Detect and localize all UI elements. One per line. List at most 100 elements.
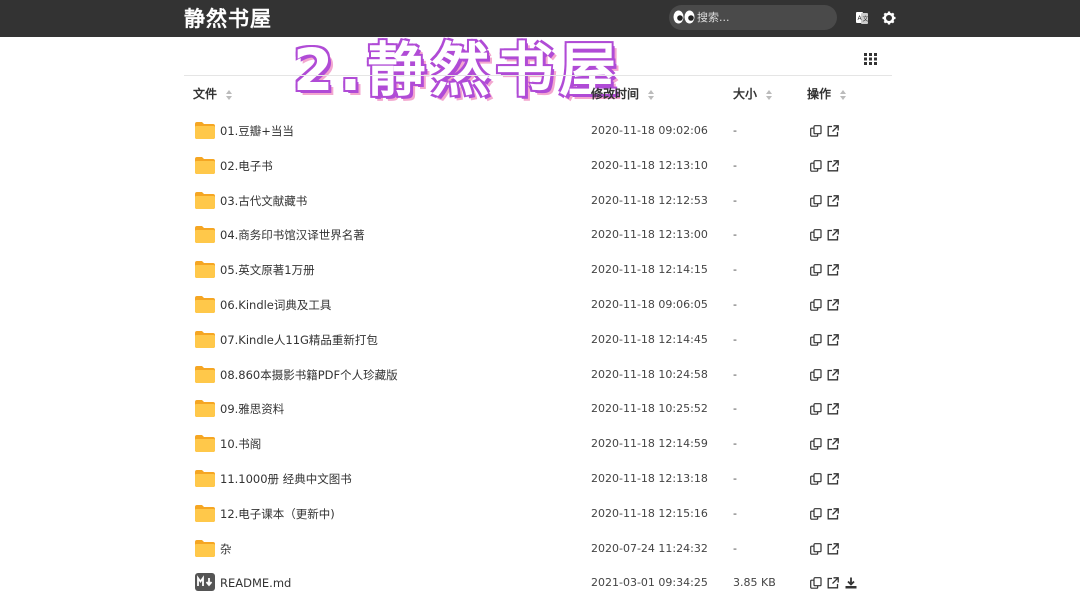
copy-link-icon[interactable] bbox=[810, 229, 822, 242]
column-header-actions-label: 操作 bbox=[807, 87, 832, 101]
file-modified-time: 2020-11-18 12:13:00 bbox=[591, 228, 708, 242]
column-header-actions[interactable]: 操作 bbox=[807, 80, 847, 108]
file-name-link[interactable]: README.md bbox=[220, 566, 291, 600]
folder-icon bbox=[195, 295, 215, 313]
copy-link-icon[interactable] bbox=[810, 577, 822, 590]
folder-icon bbox=[195, 400, 215, 418]
file-row[interactable]: 08.860本摄影书籍PDF个人珍藏版 2020-11-18 10:24:58 - bbox=[184, 358, 892, 393]
search-input[interactable] bbox=[697, 9, 827, 26]
folder-icon bbox=[195, 435, 215, 453]
open-external-icon[interactable] bbox=[827, 403, 839, 415]
copy-link-icon[interactable] bbox=[810, 473, 822, 485]
file-modified-time: 2020-11-18 10:25:52 bbox=[591, 402, 708, 416]
folder-icon bbox=[195, 261, 215, 279]
open-external-icon[interactable] bbox=[827, 194, 839, 207]
copy-link-icon[interactable] bbox=[810, 194, 822, 207]
file-size: 3.85 KB bbox=[733, 576, 776, 590]
file-row[interactable]: 12.电子课本（更新中) 2020-11-18 12:15:16 - bbox=[184, 497, 892, 532]
download-icon[interactable] bbox=[845, 577, 857, 589]
file-name-link[interactable]: 08.860本摄影书籍PDF个人珍藏版 bbox=[220, 358, 398, 392]
file-row[interactable]: 01.豆瓣+当当 2020-11-18 09:02:06 - bbox=[184, 114, 892, 149]
file-modified-time: 2020-11-18 09:02:06 bbox=[591, 124, 708, 137]
file-name-link[interactable]: 09.雅思资料 bbox=[220, 392, 284, 426]
folder-icon bbox=[195, 122, 215, 139]
open-external-icon[interactable] bbox=[827, 368, 839, 381]
file-row[interactable]: 03.古代文献藏书 2020-11-18 12:12:53 - bbox=[184, 184, 892, 219]
file-row[interactable]: 05.英文原著1万册 2020-11-18 12:14:15 - bbox=[184, 253, 892, 288]
file-modified-time: 2020-11-18 12:12:53 bbox=[591, 193, 708, 207]
open-external-icon[interactable] bbox=[827, 507, 839, 520]
svg-text:文: 文 bbox=[863, 15, 869, 23]
file-name-link[interactable]: 01.豆瓣+当当 bbox=[220, 114, 294, 148]
file-name-link[interactable]: 10.书阁 bbox=[220, 427, 261, 461]
open-external-icon[interactable] bbox=[827, 333, 839, 346]
file-row[interactable]: 杂 2020-07-24 11:24:32 - bbox=[184, 532, 892, 567]
file-name-link[interactable]: 11.1000册 经典中文图书 bbox=[220, 462, 352, 496]
file-size: - bbox=[733, 541, 737, 555]
translate-icon[interactable]: A 文 bbox=[854, 10, 870, 26]
file-size: - bbox=[733, 367, 737, 381]
copy-link-icon[interactable] bbox=[810, 264, 822, 276]
open-external-icon[interactable] bbox=[827, 438, 839, 450]
file-name-link[interactable]: 05.英文原著1万册 bbox=[220, 253, 315, 287]
file-modified-time: 2020-11-18 12:14:59 bbox=[591, 437, 708, 451]
copy-link-icon[interactable] bbox=[810, 368, 822, 381]
search-box[interactable] bbox=[669, 5, 837, 30]
folder-icon bbox=[195, 539, 215, 557]
column-header-size[interactable]: 大小 bbox=[733, 80, 773, 108]
file-modified-time: 2020-11-18 10:24:58 bbox=[591, 367, 708, 381]
column-header-name[interactable]: 文件 bbox=[193, 80, 233, 108]
file-row[interactable]: 07.Kindle人11G精品重新打包 2020-11-18 12:14:45 - bbox=[184, 323, 892, 358]
table-header: 文件 修改时间 大小 操作 bbox=[184, 80, 892, 108]
file-name-link[interactable]: 04.商务印书馆汉译世界名著 bbox=[220, 218, 365, 252]
file-row[interactable]: 10.书阁 2020-11-18 12:14:59 - bbox=[184, 427, 892, 462]
file-row[interactable]: 09.雅思资料 2020-11-18 10:25:52 - bbox=[184, 392, 892, 427]
file-name-link[interactable]: 杂 bbox=[220, 532, 232, 566]
site-title[interactable]: 静然书屋 bbox=[184, 5, 272, 33]
open-external-icon[interactable] bbox=[827, 299, 839, 311]
file-row[interactable]: 04.商务印书馆汉译世界名著 2020-11-18 12:13:00 - bbox=[184, 218, 892, 253]
open-external-icon[interactable] bbox=[827, 473, 839, 485]
file-modified-time: 2020-11-18 12:14:45 bbox=[591, 332, 708, 346]
copy-link-icon[interactable] bbox=[810, 542, 822, 555]
sort-icon bbox=[226, 89, 233, 100]
copy-link-icon[interactable] bbox=[810, 159, 822, 172]
file-modified-time: 2020-11-18 09:06:05 bbox=[591, 297, 708, 311]
column-header-modified-label: 修改时间 bbox=[591, 87, 640, 101]
column-header-modified[interactable]: 修改时间 bbox=[591, 80, 655, 108]
copy-link-icon[interactable] bbox=[810, 507, 822, 520]
open-external-icon[interactable] bbox=[827, 125, 839, 137]
file-row[interactable]: README.md 2021-03-01 09:34:25 3.85 KB bbox=[184, 566, 892, 601]
grid-view-icon[interactable] bbox=[864, 53, 877, 65]
file-size: - bbox=[733, 297, 737, 311]
open-external-icon[interactable] bbox=[827, 264, 839, 276]
file-row[interactable]: 02.电子书 2020-11-18 12:13:10 - bbox=[184, 149, 892, 184]
folder-icon bbox=[195, 469, 215, 487]
column-header-size-label: 大小 bbox=[733, 87, 758, 101]
open-external-icon[interactable] bbox=[827, 229, 839, 241]
file-name-link[interactable]: 03.古代文献藏书 bbox=[220, 184, 307, 218]
top-navbar: 静然书屋 A 文 bbox=[0, 0, 1080, 37]
file-modified-time: 2020-11-18 12:13:10 bbox=[591, 158, 708, 172]
file-modified-time: 2020-11-18 12:13:18 bbox=[591, 471, 708, 485]
gear-icon[interactable] bbox=[881, 10, 897, 26]
file-name-link[interactable]: 02.电子书 bbox=[220, 149, 273, 183]
copy-link-icon[interactable] bbox=[810, 299, 822, 311]
copy-link-icon[interactable] bbox=[810, 125, 822, 137]
file-size: - bbox=[733, 263, 737, 277]
folder-icon bbox=[195, 330, 215, 348]
file-row[interactable]: 06.Kindle词典及工具 2020-11-18 09:06:05 - bbox=[184, 288, 892, 323]
copy-link-icon[interactable] bbox=[810, 333, 822, 346]
file-name-link[interactable]: 12.电子课本（更新中) bbox=[220, 497, 335, 531]
open-external-icon[interactable] bbox=[827, 542, 839, 555]
file-row[interactable]: 11.1000册 经典中文图书 2020-11-18 12:13:18 - bbox=[184, 462, 892, 497]
file-modified-time: 2020-07-24 11:24:32 bbox=[591, 541, 708, 555]
file-name-link[interactable]: 07.Kindle人11G精品重新打包 bbox=[220, 323, 378, 357]
file-name-link[interactable]: 06.Kindle词典及工具 bbox=[220, 288, 331, 322]
markdown-file-icon bbox=[195, 573, 215, 592]
open-external-icon[interactable] bbox=[827, 577, 839, 589]
copy-link-icon[interactable] bbox=[810, 403, 822, 416]
open-external-icon[interactable] bbox=[827, 159, 839, 172]
copy-link-icon[interactable] bbox=[810, 438, 822, 450]
file-size: - bbox=[733, 124, 737, 137]
